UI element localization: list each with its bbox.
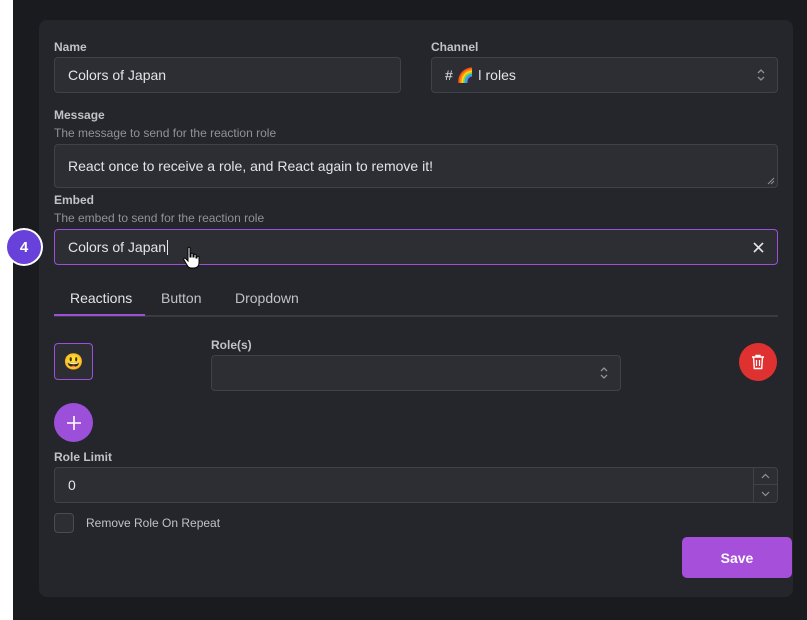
tab-reactions[interactable]: Reactions [70, 290, 132, 306]
select-chevrons-icon [600, 367, 608, 379]
name-input-value: Colors of Japan [68, 67, 167, 83]
message-label: Message [54, 108, 105, 122]
channel-select[interactable]: # 🌈 ǀ roles [431, 57, 778, 93]
add-reaction-button[interactable] [54, 403, 93, 442]
emoji-picker-button[interactable]: 😃 [54, 343, 93, 380]
message-textarea[interactable]: React once to receive a role, and React … [54, 144, 778, 188]
message-description: The message to send for the reaction rol… [54, 126, 277, 140]
select-chevrons-icon [757, 69, 765, 81]
step-number-badge: 4 [7, 230, 41, 264]
role-limit-stepper [753, 468, 777, 502]
role-limit-label: Role Limit [54, 450, 113, 464]
message-textarea-value: React once to receive a role, and React … [68, 158, 433, 174]
tab-button[interactable]: Button [161, 290, 201, 306]
text-caret [167, 239, 169, 255]
tab-dropdown[interactable]: Dropdown [235, 290, 299, 306]
remove-role-on-repeat-checkbox[interactable] [54, 513, 74, 533]
active-tab-indicator [54, 314, 145, 316]
name-label: Name [54, 40, 87, 54]
channel-label: Channel [431, 40, 479, 54]
left-edge-strip [0, 0, 13, 620]
embed-label: Embed [54, 193, 95, 207]
delete-reaction-button[interactable] [739, 343, 777, 381]
role-limit-value: 0 [68, 477, 76, 493]
hand-pointer-cursor-icon [183, 246, 200, 269]
increment-button[interactable] [754, 468, 777, 485]
chevron-up-icon [761, 473, 770, 479]
trash-icon [752, 354, 764, 370]
embed-description: The embed to send for the reaction role [54, 211, 265, 225]
remove-role-on-repeat-label[interactable]: Remove Role On Repeat [86, 516, 220, 530]
clear-icon[interactable] [753, 242, 764, 253]
reaction-role-form-card [39, 20, 793, 597]
name-input[interactable]: Colors of Japan [54, 57, 401, 93]
chevron-down-icon [761, 491, 770, 496]
roles-select[interactable] [211, 355, 621, 391]
plus-icon [66, 415, 81, 430]
role-limit-input[interactable]: 0 [54, 467, 778, 503]
save-button[interactable]: Save [682, 537, 792, 578]
embed-input[interactable]: Colors of Japan [54, 229, 778, 265]
resize-handle-icon[interactable] [767, 177, 775, 185]
embed-input-value: Colors of Japan [68, 239, 167, 255]
smiley-emoji-icon: 😃 [63, 353, 84, 371]
decrement-button[interactable] [754, 485, 777, 502]
tabs-divider [54, 315, 778, 317]
channel-select-value: # 🌈 ǀ roles [445, 66, 516, 83]
roles-label: Role(s) [211, 338, 252, 352]
